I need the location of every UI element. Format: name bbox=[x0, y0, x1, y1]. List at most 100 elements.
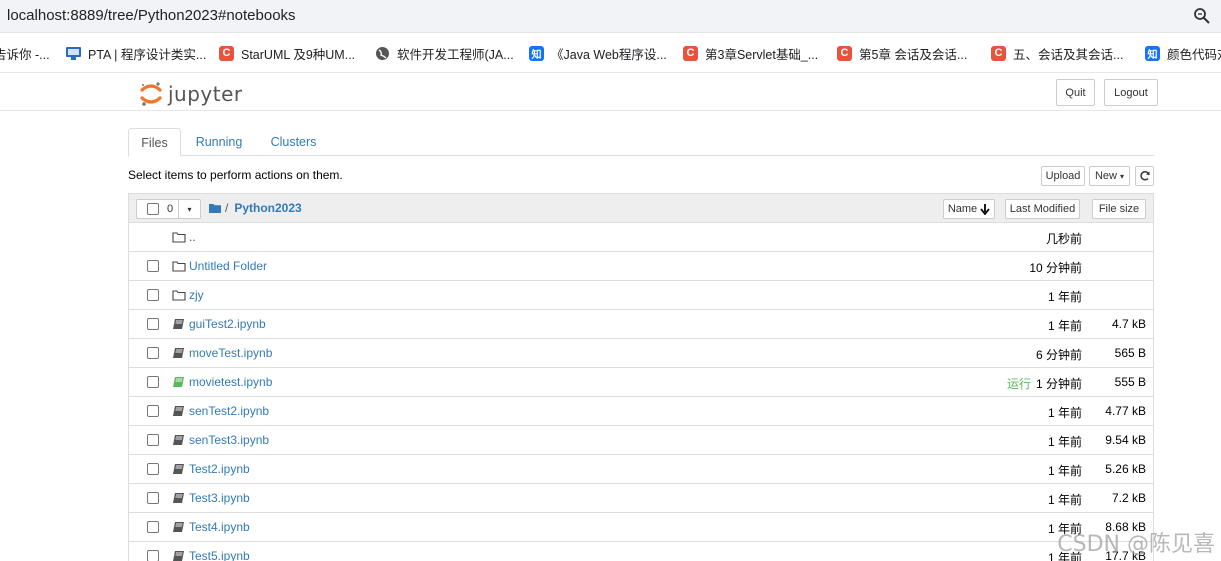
file-row[interactable]: Test3.ipynb 1 年前 7.2 kB bbox=[129, 484, 1153, 513]
file-size: 9.54 kB bbox=[1105, 433, 1146, 447]
file-name-link[interactable]: Test5.ipynb bbox=[189, 549, 250, 561]
bookmark-item[interactable]: C 五、会话及其会话... bbox=[991, 44, 1123, 62]
file-row[interactable]: senTest3.ipynb 1 年前 9.54 kB bbox=[129, 426, 1153, 455]
bookmark-label: 五、会话及其会话... bbox=[1013, 47, 1124, 62]
file-name-link[interactable]: moveTest.ipynb bbox=[189, 346, 272, 360]
row-checkbox[interactable] bbox=[147, 289, 159, 301]
upload-button[interactable]: Upload bbox=[1041, 166, 1085, 186]
tab-files[interactable]: Files bbox=[128, 128, 181, 157]
zhihu-icon: 知 bbox=[529, 45, 544, 61]
file-row[interactable]: zjy 1 年前 bbox=[129, 281, 1153, 310]
select-menu-caret[interactable]: ▾ bbox=[178, 200, 200, 218]
file-name-link[interactable]: Test2.ipynb bbox=[189, 462, 250, 476]
folder-icon bbox=[172, 261, 186, 272]
row-checkbox[interactable] bbox=[147, 260, 159, 272]
row-checkbox[interactable] bbox=[147, 550, 159, 561]
file-row[interactable]: Untitled Folder 10 分钟前 bbox=[129, 252, 1153, 281]
arrow-down-icon bbox=[980, 203, 990, 215]
breadcrumb-current-folder[interactable]: Python2023 bbox=[234, 201, 301, 215]
jupyter-logo[interactable]: jupyter bbox=[140, 79, 243, 109]
caret-down-icon: ▾ bbox=[187, 204, 192, 214]
refresh-button[interactable] bbox=[1135, 166, 1154, 186]
last-modified: 1 年前 bbox=[1047, 435, 1082, 449]
caret-down-icon: ▾ bbox=[1120, 171, 1125, 181]
folder-icon[interactable] bbox=[209, 203, 221, 213]
file-row[interactable]: Test4.ipynb 1 年前 8.68 kB bbox=[129, 513, 1153, 542]
select-all-checkbox[interactable] bbox=[147, 203, 159, 215]
breadcrumb: / Python2023 bbox=[209, 201, 302, 215]
new-button[interactable]: New ▾ bbox=[1089, 166, 1130, 186]
last-modified: 1 分钟前 bbox=[1035, 377, 1082, 391]
select-all-control[interactable]: 0 ▾ bbox=[136, 199, 201, 219]
zhihu-icon: 知 bbox=[1145, 45, 1160, 61]
row-checkbox[interactable] bbox=[147, 434, 159, 446]
bookmark-item[interactable]: C StarUML 及9种UM... bbox=[219, 44, 355, 62]
last-modified: 1 年前 bbox=[1047, 290, 1082, 304]
row-checkbox[interactable] bbox=[147, 463, 159, 475]
globe-icon bbox=[375, 46, 390, 61]
sort-by-size-button[interactable]: File size bbox=[1092, 199, 1146, 219]
file-name-link[interactable]: zjy bbox=[189, 288, 204, 302]
file-row[interactable]: Test5.ipynb 1 年前 17.7 kB bbox=[129, 542, 1153, 561]
row-checkbox[interactable] bbox=[147, 376, 159, 388]
file-row[interactable]: guiTest2.ipynb 1 年前 4.7 kB bbox=[129, 310, 1153, 339]
url-text[interactable]: localhost:8889/tree/Python2023#notebooks bbox=[7, 7, 296, 24]
row-checkbox[interactable] bbox=[147, 347, 159, 359]
file-name-link[interactable]: movietest.ipynb bbox=[189, 375, 272, 389]
notebook-icon bbox=[173, 464, 184, 474]
notebook-icon bbox=[173, 348, 184, 358]
last-modified: 6 分钟前 bbox=[1035, 348, 1082, 362]
jupyter-header: jupyter Quit Logout bbox=[0, 74, 1221, 111]
file-size: 7.2 kB bbox=[1111, 491, 1146, 505]
row-checkbox[interactable] bbox=[147, 492, 159, 504]
file-size: 4.7 kB bbox=[1111, 317, 1146, 331]
file-row[interactable]: movietest.ipynb 运行 1 分钟前 555 B bbox=[129, 368, 1153, 397]
bookmark-label: StarUML 及9种UM... bbox=[241, 47, 356, 62]
new-button-label: New bbox=[1094, 170, 1117, 182]
file-name-link[interactable]: Test4.ipynb bbox=[189, 520, 250, 534]
last-modified: 1 年前 bbox=[1047, 493, 1082, 507]
quit-button[interactable]: Quit bbox=[1056, 79, 1095, 106]
file-row[interactable]: senTest2.ipynb 1 年前 4.77 kB bbox=[129, 397, 1153, 426]
file-row[interactable]: Test2.ipynb 1 年前 5.26 kB bbox=[129, 455, 1153, 484]
jupyter-logo-icon bbox=[140, 82, 162, 106]
sort-by-modified-button[interactable]: Last Modified bbox=[1005, 199, 1080, 219]
bookmark-item[interactable]: PTA | 程序设计类实... bbox=[66, 44, 206, 62]
sort-by-name-button[interactable]: Name bbox=[943, 199, 995, 219]
bookmark-item[interactable]: 告诉你 -... bbox=[0, 44, 50, 62]
pta-icon bbox=[66, 46, 81, 61]
file-size: 555 B bbox=[1114, 375, 1146, 389]
file-name-link[interactable]: Test3.ipynb bbox=[189, 491, 250, 505]
file-name-link[interactable]: senTest3.ipynb bbox=[189, 433, 269, 447]
logout-button[interactable]: Logout bbox=[1104, 79, 1158, 106]
address-bar[interactable]: localhost:8889/tree/Python2023#notebooks bbox=[0, 0, 1221, 33]
last-modified: 1 年前 bbox=[1047, 406, 1082, 420]
last-modified: 10 分钟前 bbox=[1029, 261, 1082, 275]
tab-clusters[interactable]: Clusters bbox=[262, 128, 325, 156]
bookmark-label: 软件开发工程师(JA... bbox=[397, 47, 514, 62]
folder-icon bbox=[172, 290, 186, 301]
file-name-link[interactable]: Untitled Folder bbox=[189, 259, 267, 273]
file-name-link[interactable]: guiTest2.ipynb bbox=[189, 317, 266, 331]
row-checkbox[interactable] bbox=[147, 405, 159, 417]
file-name-link[interactable]: .. bbox=[189, 230, 196, 244]
row-checkbox[interactable] bbox=[147, 521, 159, 533]
bookmark-label: 颜色代码对 bbox=[1167, 47, 1221, 62]
file-row[interactable]: moveTest.ipynb 6 分钟前 565 B bbox=[129, 339, 1153, 368]
bookmark-item[interactable]: C 第3章Servlet基础_... bbox=[683, 44, 818, 62]
bookmark-item[interactable]: C 第5章 会话及会话... bbox=[837, 44, 967, 62]
bookmark-item[interactable]: 知颜色代码对 bbox=[1145, 44, 1221, 62]
row-checkbox[interactable] bbox=[147, 318, 159, 330]
notebook-icon bbox=[173, 522, 184, 532]
bookmark-label: 第5章 会话及会话... bbox=[859, 47, 968, 62]
tab-running[interactable]: Running bbox=[188, 128, 250, 156]
bookmark-item[interactable]: 软件开发工程师(JA... bbox=[375, 44, 514, 62]
bookmark-item[interactable]: 知《Java Web程序设... bbox=[529, 44, 667, 62]
file-row[interactable]: .. 几秒前 bbox=[129, 223, 1153, 252]
csdn-icon: C bbox=[683, 45, 698, 61]
file-name-link[interactable]: senTest2.ipynb bbox=[189, 404, 269, 418]
notebook-icon bbox=[173, 493, 184, 503]
zoom-icon[interactable] bbox=[1193, 7, 1211, 25]
tab-bar: Files Running Clusters bbox=[128, 128, 1154, 157]
notebook-icon bbox=[173, 319, 184, 329]
